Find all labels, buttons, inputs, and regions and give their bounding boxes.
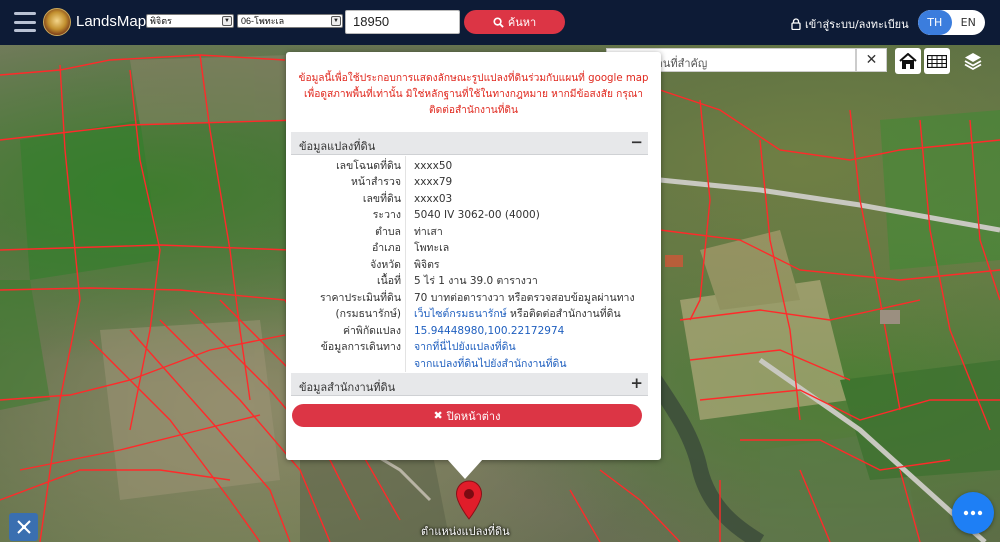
row-label: ข้อมูลการเดินทาง [320, 341, 401, 353]
expand-icon[interactable]: + [630, 374, 643, 392]
collapse-icon[interactable]: − [630, 133, 643, 151]
row-value: xxxx50 [414, 160, 453, 172]
table-row: อำเภอ โพทะเล [291, 240, 648, 256]
row-label: ระวาง [372, 209, 401, 221]
row-value: 5040 IV 3062-00 (4000) [414, 209, 540, 221]
grid-icon [927, 54, 947, 68]
login-label: เข้าสู่ระบบ/ลงทะเบียน [805, 18, 909, 31]
section-parcel-header[interactable]: ข้อมูลแปลงที่ดิน − [291, 132, 648, 155]
district-select-value: 06-โพทะเล [241, 16, 285, 26]
close-window-label: ปิดหน้าต่าง [446, 409, 501, 423]
lang-en-button[interactable]: EN [952, 10, 986, 35]
row-value: เว็บไซต์กรมธนารักษ์ หรือติดต่อสำนักงานที… [414, 306, 621, 322]
table-row: เลขโฉนดที่ดิน xxxx50 [291, 158, 648, 174]
lang-th-button[interactable]: TH [918, 10, 952, 35]
row-label: ค่าพิกัดแปลง [342, 325, 401, 337]
chevron-down-icon: ▼ [331, 16, 341, 26]
parcel-info-popup: ข้อมูลนี้เพื่อใช้ประกอบการแสดงลักษณะรูปแ… [286, 52, 661, 460]
directions-to-parcel-link[interactable]: จากที่นี่ไปยังแปลงที่ดิน [414, 339, 516, 355]
parcel-number-input[interactable]: 18950 [345, 10, 460, 34]
landsmaps-logo [43, 8, 71, 36]
pin-label: ตำแหน่งแปลงที่ดิน [421, 525, 510, 538]
treasury-website-link[interactable]: เว็บไซต์กรมธนารักษ์ [414, 308, 507, 320]
popup-pointer [447, 459, 483, 479]
home-icon [899, 52, 917, 69]
section-office-header[interactable]: ข้อมูลสำนักงานที่ดิน + [291, 373, 648, 396]
disclaimer-line: ติดต่อสำนักงานที่ดิน [429, 105, 518, 116]
table-row: ข้อมูลการเดินทาง จากที่นี่ไปยังแปลงที่ดิ… [291, 339, 648, 355]
row-value-rest: หรือติดต่อสำนักงานที่ดิน [506, 308, 621, 320]
measure-tool-button[interactable] [9, 513, 38, 541]
search-button[interactable]: ค้นหา [464, 10, 565, 34]
table-row: จังหวัด พิจิตร [291, 257, 648, 273]
disclaimer-line: เพื่อดูสภาพพื้นที่เท่านั้น มิใช่หลักฐานท… [304, 89, 643, 100]
row-label: เลขที่ดิน [362, 193, 401, 205]
row-value: โพทะเล [414, 242, 450, 254]
layers-icon [964, 53, 982, 71]
district-select[interactable]: 06-โพทะเล ▼ [237, 14, 343, 28]
login-link[interactable]: เข้าสู่ระบบ/ลงทะเบียน [791, 15, 909, 33]
close-icon: ✖ [433, 409, 443, 422]
row-label: เนื้อที่ [377, 275, 401, 287]
layers-button[interactable] [960, 48, 986, 74]
brand-name: LandsMaps [76, 13, 154, 30]
section-parcel-title: ข้อมูลแปลงที่ดิน [299, 140, 376, 153]
row-value: 5 ไร่ 1 งาน 39.0 ตารางวา [414, 275, 538, 287]
chevron-down-icon: ▼ [222, 16, 232, 26]
location-pin-icon[interactable] [455, 480, 483, 520]
province-select[interactable]: พิจิตร ▼ [146, 14, 234, 28]
directions-to-office-link[interactable]: จากแปลงที่ดินไปยังสำนักงานที่ดิน [414, 356, 567, 372]
disclaimer-text: ข้อมูลนี้เพื่อใช้ประกอบการแสดงลักษณะรูปแ… [286, 71, 661, 119]
table-row: ระวาง 5040 IV 3062-00 (4000) [291, 207, 648, 223]
search-button-label: ค้นหา [507, 16, 537, 29]
table-row: (กรมธนารักษ์) เว็บไซต์กรมธนารักษ์ หรือติ… [291, 306, 648, 322]
home-button[interactable] [895, 48, 921, 74]
table-row: เนื้อที่ 5 ไร่ 1 งาน 39.0 ตารางวา [291, 273, 648, 289]
table-row: ตำบล ท่าเสา [291, 224, 648, 240]
row-value: xxxx03 [414, 193, 453, 205]
table-row: ค่าพิกัดแปลง 15.94448980,100.22172974 [291, 323, 648, 339]
ruler-pencil-icon [16, 520, 31, 534]
search-icon [493, 16, 504, 28]
table-row: ราคาประเมินที่ดิน 70 บาทต่อตารางวา หรือต… [291, 290, 648, 306]
more-dots-icon [963, 510, 983, 516]
row-label: ราคาประเมินที่ดิน [319, 292, 401, 304]
row-value: xxxx79 [414, 176, 453, 188]
lock-icon [791, 18, 801, 30]
row-value: ท่าเสา [414, 226, 443, 238]
row-value: 70 บาทต่อตารางวา หรือตรวจสอบข้อมูลผ่านทา… [414, 292, 635, 304]
row-value: พิจิตร [414, 259, 440, 271]
row-label: จังหวัด [370, 259, 401, 271]
row-label: อำเภอ [371, 242, 401, 254]
table-row: เลขที่ดิน xxxx03 [291, 191, 648, 207]
row-label: ตำบล [375, 226, 401, 238]
row-label: (กรมธนารักษ์) [335, 308, 401, 320]
table-row: จากแปลงที่ดินไปยังสำนักงานที่ดิน [291, 356, 648, 372]
table-row: หน้าสำรวจ xxxx79 [291, 174, 648, 190]
top-navbar: LandsMaps พิจิตร ▼ 06-โพทะเล ▼ 18950 ค้น… [0, 0, 1000, 45]
close-window-button[interactable]: ✖ ปิดหน้าต่าง [292, 404, 642, 427]
coordinates-link[interactable]: 15.94448980,100.22172974 [414, 323, 564, 339]
hamburger-menu-icon[interactable] [14, 12, 36, 32]
row-label: เลขโฉนดที่ดิน [336, 160, 401, 172]
more-options-button[interactable] [952, 492, 994, 534]
section-office-title: ข้อมูลสำนักงานที่ดิน [299, 381, 396, 394]
province-select-value: พิจิตร [150, 16, 172, 26]
row-label: หน้าสำรวจ [351, 176, 401, 188]
grid-button[interactable] [924, 48, 950, 74]
clear-search-button[interactable]: ✕ [856, 48, 887, 72]
disclaimer-line: ข้อมูลนี้เพื่อใช้ประกอบการแสดงลักษณะรูปแ… [298, 73, 649, 84]
language-toggle: TH EN [918, 10, 985, 35]
